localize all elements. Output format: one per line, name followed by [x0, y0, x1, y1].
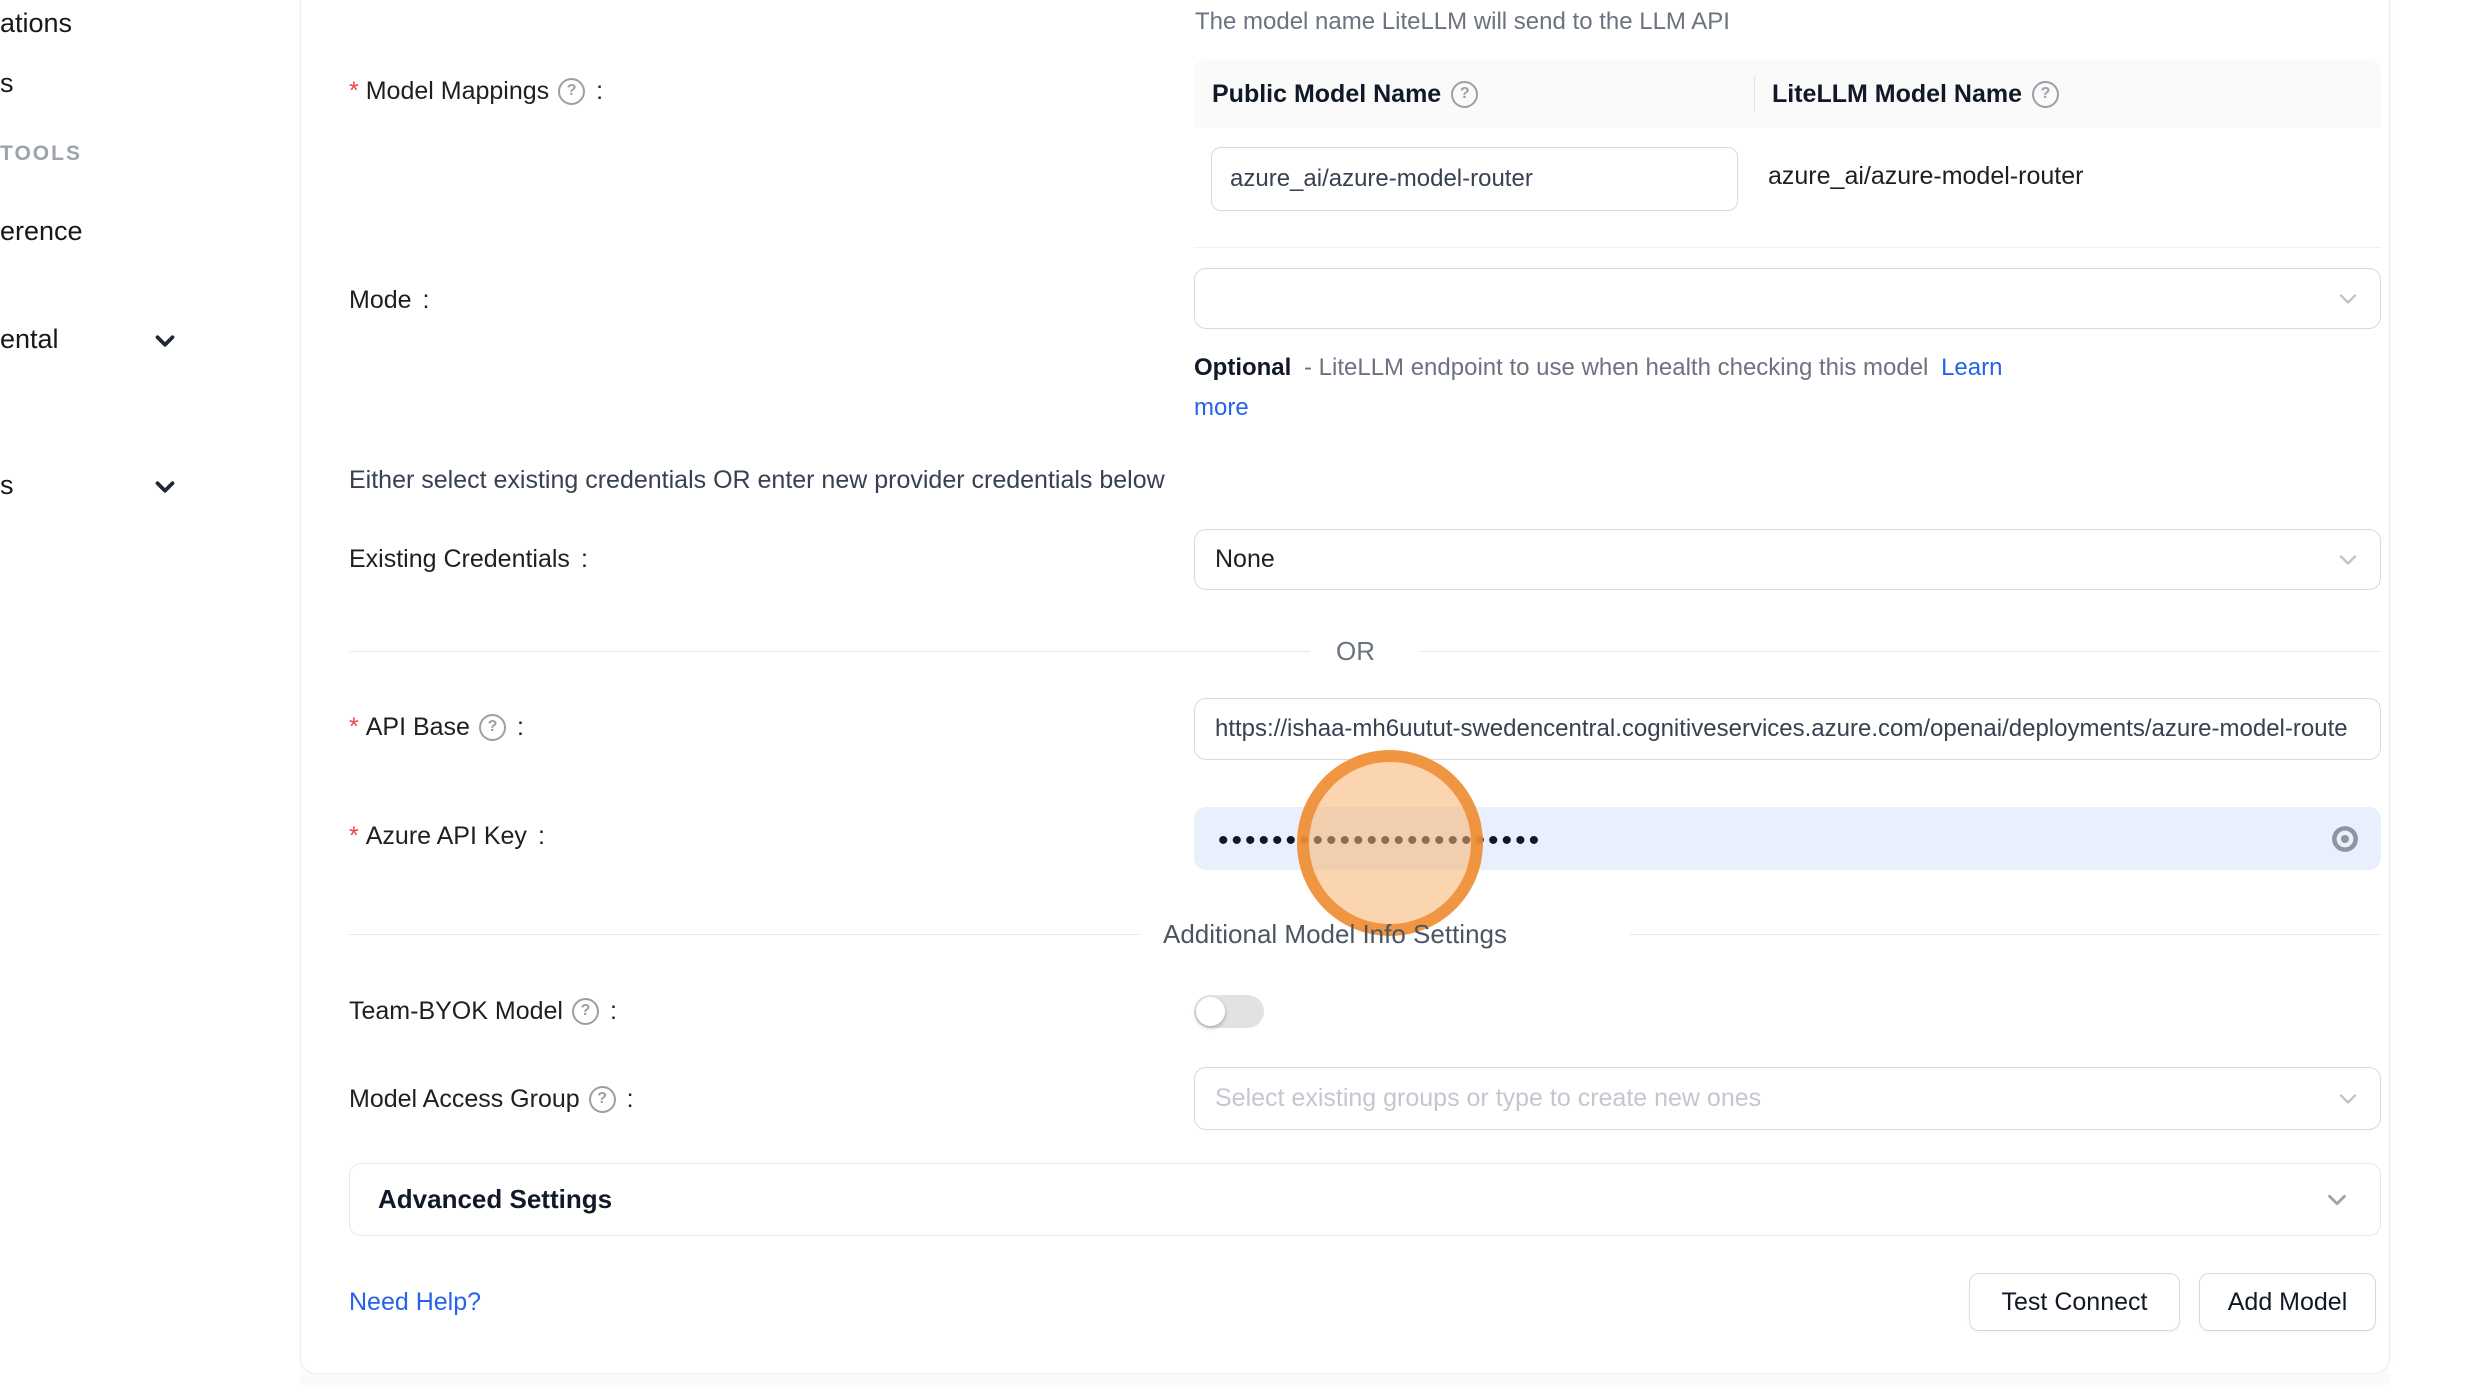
- divider-line: [349, 651, 1310, 652]
- eye-icon[interactable]: [2329, 823, 2361, 855]
- mode-label: Mode :: [349, 285, 430, 315]
- divider-line: [349, 934, 1140, 935]
- label-text: API Base: [366, 712, 470, 742]
- masked-password-dots: ••••••••••••••••••••••••: [1218, 824, 1542, 858]
- label-text: Model Access Group: [349, 1084, 580, 1114]
- team-byok-label: Team-BYOK Model ? :: [349, 996, 617, 1026]
- help-icon[interactable]: ?: [572, 998, 599, 1025]
- column-header-litellm-model-name: LiteLLM Model Name ?: [1754, 60, 2381, 128]
- label-colon: :: [627, 1084, 634, 1114]
- team-byok-toggle[interactable]: [1194, 995, 1264, 1028]
- label-colon: :: [610, 996, 617, 1026]
- divider-line: [1420, 651, 2381, 652]
- sidebar-item-label: s: [0, 68, 14, 98]
- divider-line: [1630, 934, 2381, 935]
- mode-helper-text: Optional - LiteLLM endpoint to use when …: [1194, 348, 2034, 428]
- add-model-page: ations s TOOLS erence ental s The model …: [0, 0, 2477, 1385]
- chevron-down-icon: [2334, 546, 2362, 574]
- chevron-down-icon: [2334, 1085, 2362, 1113]
- add-model-button[interactable]: Add Model: [2199, 1273, 2376, 1331]
- helper-bold: Optional: [1194, 354, 1291, 381]
- litellm-model-name-value: azure_ai/azure-model-router: [1768, 162, 2083, 191]
- chevron-down-icon: [2322, 1185, 2352, 1215]
- additional-settings-divider-text: Additional Model Info Settings: [1163, 919, 1507, 950]
- help-icon[interactable]: ?: [558, 78, 585, 105]
- table-header-row: Public Model Name ? LiteLLM Model Name ?: [1194, 60, 2381, 128]
- mode-select[interactable]: [1194, 268, 2381, 329]
- required-asterisk: *: [349, 821, 359, 851]
- label-colon: :: [538, 821, 545, 851]
- azure-api-key-input[interactable]: ••••••••••••••••••••••••: [1194, 807, 2381, 870]
- toggle-knob: [1196, 997, 1225, 1026]
- header-divider: [1754, 76, 1755, 112]
- help-icon[interactable]: ?: [2032, 81, 2059, 108]
- credentials-note: Either select existing credentials OR en…: [349, 466, 1165, 495]
- sidebar-item-experimental[interactable]: ental: [0, 324, 59, 355]
- api-base-label: * API Base ? :: [349, 712, 524, 742]
- sidebar-item-label: s: [0, 470, 14, 500]
- chevron-down-icon: [2334, 285, 2362, 313]
- need-help-link[interactable]: Need Help?: [349, 1288, 481, 1317]
- test-connect-button[interactable]: Test Connect: [1969, 1273, 2180, 1331]
- sidebar-item-models[interactable]: s: [0, 68, 14, 99]
- public-model-name-input[interactable]: [1211, 147, 1738, 211]
- chevron-down-icon[interactable]: [150, 326, 180, 356]
- label-text: Azure API Key: [366, 821, 527, 851]
- sidebar-item-label: ations: [0, 8, 72, 38]
- sidebar: ations s TOOLS erence ental s: [0, 0, 300, 1385]
- required-asterisk: *: [349, 76, 359, 106]
- model-mappings-table: Public Model Name ? LiteLLM Model Name ?…: [1194, 60, 2381, 248]
- help-icon[interactable]: ?: [479, 714, 506, 741]
- azure-api-key-label: * Azure API Key :: [349, 821, 545, 851]
- label-text: Model Mappings: [366, 76, 549, 106]
- model-mappings-label: * Model Mappings ? :: [349, 76, 603, 106]
- page-background: [300, 1374, 2390, 1385]
- column-header-label: Public Model Name: [1212, 80, 1441, 109]
- model-access-group-label: Model Access Group ? :: [349, 1084, 634, 1114]
- sidebar-item-settings[interactable]: s: [0, 470, 14, 501]
- chevron-down-icon[interactable]: [150, 472, 180, 502]
- label-text: Mode: [349, 285, 412, 315]
- or-divider-text: OR: [1336, 636, 1375, 667]
- label-colon: :: [517, 712, 524, 742]
- label-text: Team-BYOK Model: [349, 996, 563, 1026]
- sidebar-item-reference[interactable]: erence: [0, 216, 83, 247]
- sidebar-item-organizations[interactable]: ations: [0, 8, 72, 39]
- model-name-helper-text: The model name LiteLLM will send to the …: [1195, 8, 1730, 36]
- label-text: Existing Credentials: [349, 544, 570, 574]
- sidebar-section-tools: TOOLS: [0, 142, 82, 166]
- label-colon: :: [596, 76, 603, 106]
- advanced-settings-panel[interactable]: Advanced Settings: [349, 1163, 2381, 1236]
- label-colon: :: [423, 285, 430, 315]
- existing-credentials-label: Existing Credentials :: [349, 544, 588, 574]
- sidebar-item-label: erence: [0, 216, 83, 246]
- column-header-label: LiteLLM Model Name: [1772, 80, 2022, 109]
- column-header-public-model-name: Public Model Name ?: [1194, 60, 1754, 128]
- helper-text: - LiteLLM endpoint to use when health ch…: [1304, 354, 1928, 381]
- help-icon[interactable]: ?: [589, 1086, 616, 1113]
- selected-value: None: [1215, 545, 1275, 574]
- existing-credentials-select[interactable]: None: [1194, 529, 2381, 590]
- sidebar-item-label: ental: [0, 324, 59, 354]
- advanced-settings-title: Advanced Settings: [378, 1184, 612, 1215]
- api-base-input[interactable]: [1194, 698, 2381, 760]
- help-icon[interactable]: ?: [1451, 81, 1478, 108]
- select-placeholder: Select existing groups or type to create…: [1215, 1084, 1761, 1113]
- required-asterisk: *: [349, 712, 359, 742]
- model-access-group-select[interactable]: Select existing groups or type to create…: [1194, 1067, 2381, 1130]
- sidebar-section-label: TOOLS: [0, 142, 82, 165]
- table-row: azure_ai/azure-model-router: [1194, 128, 2381, 248]
- label-colon: :: [581, 544, 588, 574]
